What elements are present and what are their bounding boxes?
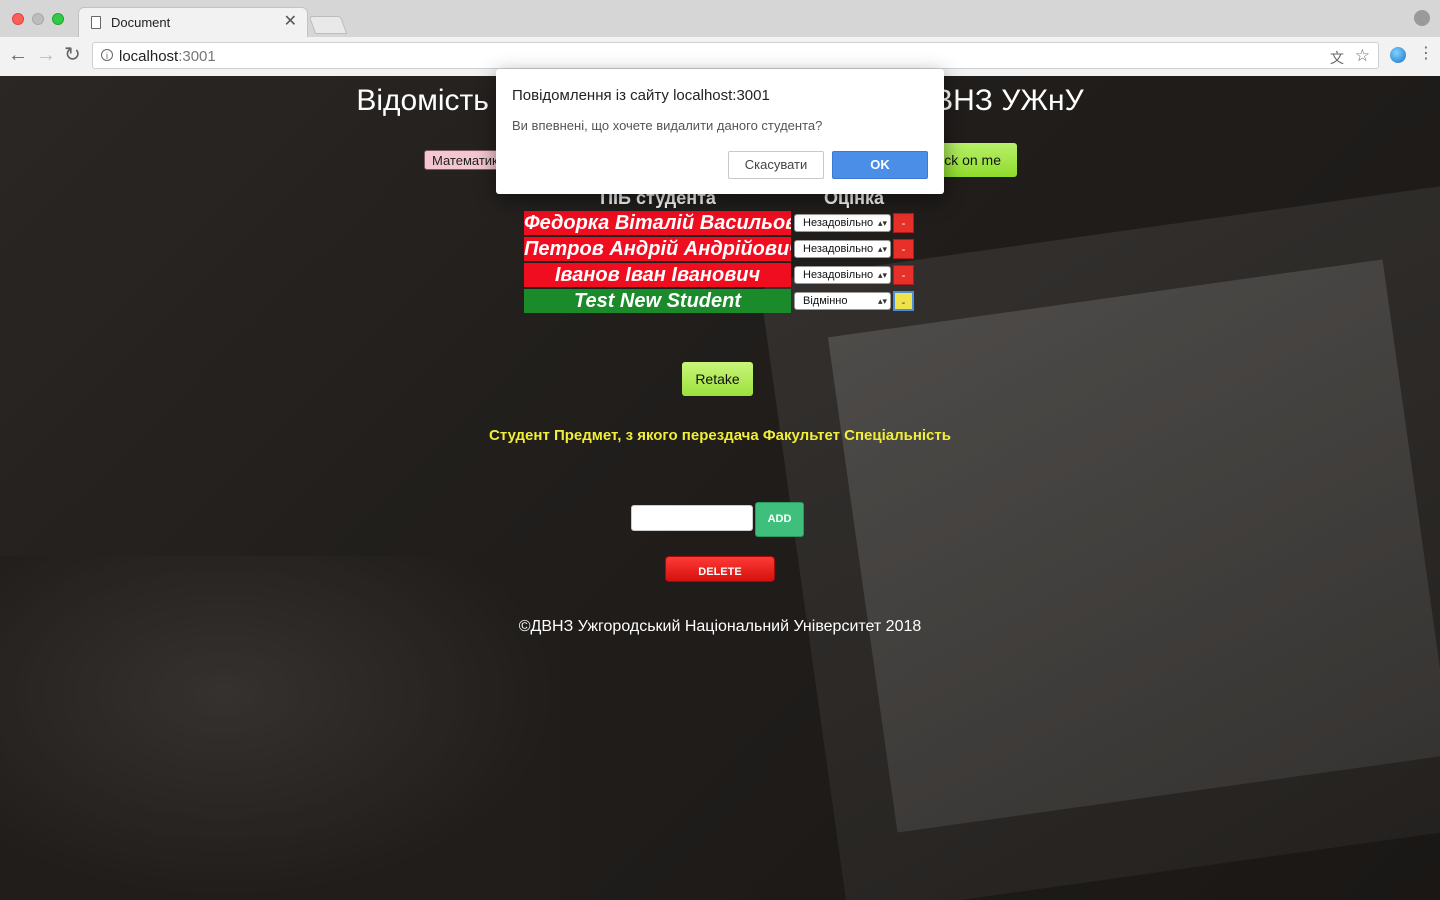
- window-maximize-button[interactable]: [52, 13, 64, 25]
- grade-select[interactable]: Незадовільно ▴▾: [794, 214, 891, 232]
- new-tab-button[interactable]: [308, 16, 348, 34]
- translate-icon[interactable]: 文: [1330, 48, 1344, 68]
- url-text: localhost:3001: [119, 48, 216, 65]
- grade-select[interactable]: Незадовільно ▴▾: [794, 266, 891, 284]
- window-close-button[interactable]: [12, 13, 24, 25]
- grade-value: Незадовільно: [803, 243, 874, 255]
- tab-title: Document: [111, 15, 171, 30]
- url-host: localhost: [119, 48, 179, 65]
- page-content: Відомість складання заліку студентами ДВ…: [0, 76, 1440, 900]
- page-icon: [91, 16, 101, 29]
- window-minimize-button[interactable]: [32, 13, 44, 25]
- table-row: Петров Андрій Андрійович Незадовільно ▴▾ …: [524, 237, 916, 261]
- footer: ©ДВНЗ Ужгородський Національний Універси…: [518, 618, 922, 635]
- tab-close-icon[interactable]: ✕: [284, 13, 297, 31]
- url-port: :3001: [178, 48, 216, 65]
- dialog-message: Ви впевнені, що хочете видалити даного с…: [512, 118, 823, 133]
- remove-student-button[interactable]: -: [893, 239, 914, 259]
- grade-value: Відмінно: [803, 295, 848, 307]
- remove-student-button[interactable]: -: [893, 291, 914, 311]
- back-button[interactable]: ←: [8, 44, 28, 66]
- student-name: Іванов Іван Іванович: [524, 263, 791, 287]
- browser-chrome: Document ✕ ← → ↻ i localhost:3001 文 ☆ ⋮: [0, 0, 1440, 77]
- table-row: Федорка Віталій Васильович Незадовільно▴…: [524, 211, 916, 235]
- remove-student-button[interactable]: -: [893, 265, 914, 285]
- retake-info-line: Студент Предмет, з якого перездача Факул…: [489, 427, 951, 444]
- profile-icon[interactable]: [1414, 10, 1430, 26]
- forward-button[interactable]: →: [36, 44, 56, 66]
- dialog-cancel-button[interactable]: Скасувати: [728, 151, 824, 179]
- grade-select[interactable]: Незадовільно ▴▾: [794, 240, 891, 258]
- student-name: Test New Student: [524, 289, 791, 313]
- dialog-ok-button[interactable]: OK: [832, 151, 928, 179]
- add-student-input[interactable]: [631, 505, 753, 531]
- extension-icon[interactable]: [1390, 47, 1406, 63]
- star-icon[interactable]: ☆: [1355, 46, 1370, 66]
- table-row: Test New Student Відмінно ▴▾ -: [524, 289, 916, 313]
- browser-tab[interactable]: Document ✕: [78, 7, 308, 37]
- info-icon[interactable]: i: [101, 49, 113, 61]
- menu-icon[interactable]: ⋮: [1418, 45, 1434, 63]
- select-arrows-icon: ▴▾: [877, 244, 887, 254]
- select-arrows-icon: ▴▾: [877, 218, 887, 228]
- reload-button[interactable]: ↻: [64, 44, 81, 66]
- select-arrows-icon: ▴▾: [877, 270, 887, 280]
- table-row: Іванов Іван Іванович Незадовільно ▴▾ -: [524, 263, 916, 287]
- delete-button[interactable]: DELETE: [665, 556, 775, 582]
- grade-value: Незадовільно: [803, 269, 874, 281]
- retake-button[interactable]: Retake: [682, 362, 753, 396]
- remove-student-button[interactable]: -: [893, 213, 914, 233]
- address-bar[interactable]: i localhost:3001 文 ☆: [92, 42, 1379, 69]
- student-name: Федорка Віталій Васильович: [524, 211, 791, 235]
- dialog-title: Повідомлення із сайту localhost:3001: [512, 87, 770, 104]
- grade-select[interactable]: Відмінно ▴▾: [794, 292, 891, 310]
- select-arrows-icon: ▴▾: [877, 296, 887, 306]
- add-button[interactable]: ADD: [755, 502, 804, 537]
- student-name: Петров Андрій Андрійович: [524, 237, 791, 261]
- tab-strip: Document ✕: [0, 0, 1440, 37]
- grade-value: Незадовільно: [803, 217, 874, 229]
